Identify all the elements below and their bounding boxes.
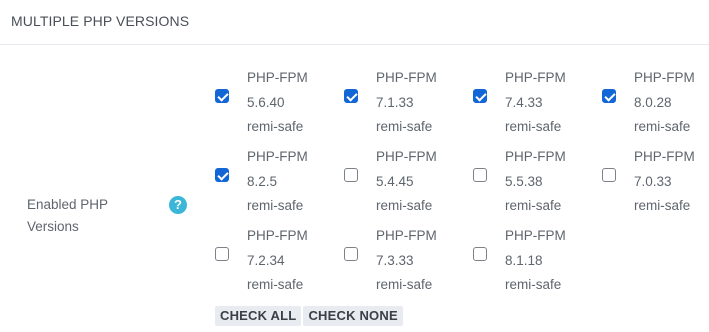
php-version-number: 7.0.33: [634, 173, 672, 189]
php-version-option[interactable]: PHP-FPM 8.1.18 remi-safe: [472, 224, 601, 298]
php-version-checkbox[interactable]: [215, 247, 229, 261]
php-repo: remi-safe: [247, 198, 304, 213]
php-version-label[interactable]: PHP-FPM 5.6.40 remi-safe: [247, 66, 308, 140]
php-repo: remi-safe: [505, 198, 562, 213]
php-repo: remi-safe: [247, 119, 304, 134]
php-version-number: 5.4.45: [376, 173, 414, 189]
php-version-checkbox[interactable]: [215, 168, 229, 182]
php-version-checkbox[interactable]: [344, 247, 358, 261]
php-repo: remi-safe: [376, 119, 433, 134]
php-repo: remi-safe: [505, 277, 562, 292]
php-version-option[interactable]: PHP-FPM 8.2.5 remi-safe: [214, 145, 343, 219]
php-version-label[interactable]: PHP-FPM 7.0.33 remi-safe: [634, 145, 695, 219]
php-version-option[interactable]: PHP-FPM 7.0.33 remi-safe: [601, 145, 709, 219]
php-version-number: 7.4.33: [505, 94, 543, 110]
php-version-option[interactable]: PHP-FPM 7.4.33 remi-safe: [472, 66, 601, 140]
php-repo: remi-safe: [376, 198, 433, 213]
php-version-option[interactable]: PHP-FPM 7.1.33 remi-safe: [343, 66, 472, 140]
button-row: CHECK ALL CHECK NONE: [215, 306, 405, 326]
php-version-option[interactable]: PHP-FPM 5.4.45 remi-safe: [343, 145, 472, 219]
check-none-button[interactable]: CHECK NONE: [303, 306, 403, 326]
php-name: PHP-FPM: [634, 70, 695, 85]
php-version-checkbox[interactable]: [602, 168, 616, 182]
php-versions-panel: MULTIPLE PHP VERSIONS Enabled PHP Versio…: [0, 0, 709, 332]
php-version-option[interactable]: PHP-FPM 8.0.28 remi-safe: [601, 66, 709, 140]
php-version-checkbox[interactable]: [473, 168, 487, 182]
php-version-option[interactable]: PHP-FPM 7.3.33 remi-safe: [343, 224, 472, 298]
php-version-label[interactable]: PHP-FPM 7.1.33 remi-safe: [376, 66, 437, 140]
php-version-number: 8.1.18: [505, 252, 543, 268]
php-version-option[interactable]: PHP-FPM 5.5.38 remi-safe: [472, 145, 601, 219]
php-name: PHP-FPM: [634, 149, 695, 164]
php-name: PHP-FPM: [376, 149, 437, 164]
php-version-label[interactable]: PHP-FPM 8.0.28 remi-safe: [634, 66, 695, 140]
php-version-label[interactable]: PHP-FPM 5.5.38 remi-safe: [505, 145, 566, 219]
php-version-number: 7.3.33: [376, 252, 414, 268]
php-version-checkbox[interactable]: [215, 89, 229, 103]
php-version-number: 5.5.38: [505, 173, 543, 189]
php-version-number: 8.2.5: [247, 173, 278, 189]
php-name: PHP-FPM: [247, 228, 308, 243]
php-repo: remi-safe: [634, 198, 691, 213]
check-all-button[interactable]: CHECK ALL: [215, 306, 302, 326]
php-version-option[interactable]: PHP-FPM 7.2.34 remi-safe: [214, 224, 343, 298]
php-version-label[interactable]: PHP-FPM 8.1.18 remi-safe: [505, 224, 566, 298]
php-version-number: 7.2.34: [247, 252, 285, 268]
php-name: PHP-FPM: [505, 70, 566, 85]
php-version-label[interactable]: PHP-FPM 5.4.45 remi-safe: [376, 145, 437, 219]
php-name: PHP-FPM: [505, 149, 566, 164]
php-name: PHP-FPM: [505, 228, 566, 243]
php-name: PHP-FPM: [247, 149, 308, 164]
php-repo: remi-safe: [376, 277, 433, 292]
php-version-checkbox[interactable]: [602, 89, 616, 103]
php-name: PHP-FPM: [376, 228, 437, 243]
php-version-checkbox[interactable]: [344, 168, 358, 182]
php-version-label[interactable]: PHP-FPM 7.3.33 remi-safe: [376, 224, 437, 298]
field-label: Enabled PHP Versions: [27, 197, 108, 234]
php-version-label[interactable]: PHP-FPM 7.4.33 remi-safe: [505, 66, 566, 140]
php-version-label[interactable]: PHP-FPM 8.2.5 remi-safe: [247, 145, 308, 219]
php-version-number: 8.0.28: [634, 94, 672, 110]
php-version-number: 7.1.33: [376, 94, 414, 110]
php-repo: remi-safe: [634, 119, 691, 134]
help-icon[interactable]: ?: [169, 196, 187, 214]
php-version-checkbox[interactable]: [473, 247, 487, 261]
php-name: PHP-FPM: [247, 70, 308, 85]
section-header: MULTIPLE PHP VERSIONS: [0, 0, 709, 45]
php-repo: remi-safe: [505, 119, 562, 134]
php-repo: remi-safe: [247, 277, 304, 292]
php-version-option[interactable]: PHP-FPM 5.6.40 remi-safe: [214, 66, 343, 140]
section-title: MULTIPLE PHP VERSIONS: [11, 13, 190, 29]
php-name: PHP-FPM: [376, 70, 437, 85]
php-version-label[interactable]: PHP-FPM 7.2.34 remi-safe: [247, 224, 308, 298]
php-version-number: 5.6.40: [247, 94, 285, 110]
php-version-checkbox[interactable]: [473, 89, 487, 103]
php-version-checkbox[interactable]: [344, 89, 358, 103]
